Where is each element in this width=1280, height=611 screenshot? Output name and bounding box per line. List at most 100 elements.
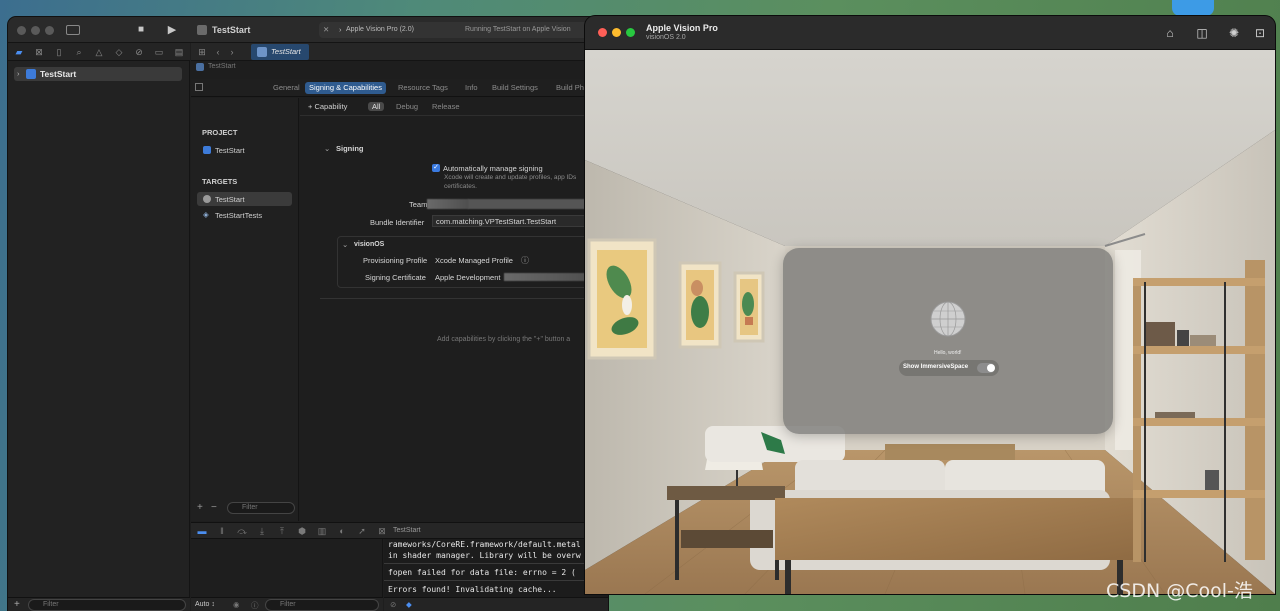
console-target-icon[interactable]: ◆ [406,600,412,609]
provisioning-label: Provisioning Profile [363,256,428,265]
filter-icon[interactable]: ⊘ [390,600,396,609]
navigator-filter-input[interactable]: Filter [28,599,186,611]
tab-signing-capabilities[interactable]: Signing & Capabilities [305,82,386,94]
config-tab-release[interactable]: Release [432,102,460,111]
close-icon[interactable]: ✕ [323,25,329,34]
target-item[interactable]: TestStart [215,195,245,204]
cert-label: Signing Certificate [365,273,426,282]
tab-build-settings[interactable]: Build Settings [492,82,538,94]
close-window-button[interactable] [598,28,607,37]
wall-painting [587,238,657,360]
show-immersive-space-toggle[interactable] [977,363,995,373]
breakpoint-icon[interactable]: ▭ [154,47,164,57]
close-window-button[interactable] [17,26,26,35]
add-file-button[interactable]: + [14,599,20,610]
step-in-icon[interactable]: ⤓ [257,526,267,536]
zoom-window-button[interactable] [45,26,54,35]
menubar-extra-button[interactable] [1172,0,1214,16]
target-app-icon [203,195,211,203]
project-item[interactable]: TestStart [215,146,245,155]
add-capability-button[interactable]: + Capability [308,102,347,111]
brightness-icon[interactable]: ✺ [1226,25,1242,41]
debug-icon[interactable]: ⊘ [134,47,144,57]
play-icon[interactable]: ▶ [165,23,179,37]
cert-redacted [504,273,590,281]
minimize-window-button[interactable] [612,28,621,37]
test-icon[interactable]: ◇ [114,47,124,57]
folder-icon[interactable]: ▰ [14,47,24,57]
device-selector[interactable]: Apple Vision Pro (2.0) [346,26,414,33]
console-divider [384,563,608,564]
forward-icon[interactable]: › [227,47,237,57]
project-header: PROJECT [202,128,238,137]
bookmark-icon[interactable]: ▯ [54,47,64,57]
variables-filter-input[interactable]: Filter [265,599,379,611]
disclosure-icon[interactable]: › [17,69,20,78]
rotate-device-icon[interactable]: ⊡ [1252,25,1268,41]
config-tab-debug[interactable]: Debug [396,102,418,111]
back-icon[interactable]: ‹ [213,47,223,57]
team-value-redacted[interactable] [427,199,469,209]
wall-painting [678,261,722,349]
editor-tab-bar: ⊞ ‹ › TestStart [191,43,608,61]
activity-view[interactable]: ✕ › Apple Vision Pro (2.0) Running TestS… [319,22,608,38]
pause-icon[interactable]: ‖ [217,526,227,536]
breadcrumb-item[interactable]: TestStart [208,63,236,70]
auto-manage-checkbox[interactable]: ✓ [432,164,440,172]
minimize-window-button[interactable] [31,26,40,35]
tab-build-phases[interactable]: Build Ph [556,82,584,94]
step-out-icon[interactable]: ⤒ [277,526,287,536]
eye-icon[interactable]: ◉ [233,600,240,609]
console-line: in shader manager. Library will be overw [388,551,581,560]
info-icon[interactable]: ⓘ [251,600,259,611]
targets-header: TARGETS [202,177,238,186]
report-icon[interactable]: ▤ [174,47,184,57]
tab-teststart[interactable]: TestStart [251,44,309,60]
disclosure-icon[interactable]: ⌄ [342,240,348,249]
config-tab-all[interactable]: All [368,102,385,111]
sidebar-toggle-icon[interactable] [66,25,80,35]
location-icon[interactable]: ➚ [357,526,367,536]
scheme-chevron-icon[interactable]: › [339,25,342,34]
hello-text: Hello, world! [934,350,962,356]
camera-icon[interactable]: ◫ [1194,25,1210,41]
auto-manage-description-cont: certificates. [444,183,477,190]
grid-icon[interactable]: ⊞ [197,47,207,57]
app-icon [197,25,207,35]
disclosure-icon[interactable]: ⌄ [324,144,330,153]
zoom-window-button[interactable] [626,28,635,37]
bundle-id-field[interactable]: com.matching.VPTestStart.TestStart [432,215,608,227]
console-line: rameworks/CoreRE.framework/default.metal [388,540,581,549]
stop-icon[interactable]: ■ [134,23,148,37]
project-navigator: › TestStart [8,61,190,597]
home-icon[interactable]: ⌂ [1162,25,1178,41]
source-control-icon[interactable]: ⊠ [34,47,44,57]
add-target-button[interactable]: + [197,502,203,513]
target-item[interactable]: TestStartTests [215,211,262,220]
app-window-glass[interactable]: Hello, world! Show ImmersiveSpace [783,248,1113,434]
view-hierarchy-icon[interactable]: ⬢ [297,526,307,536]
team-label: Team [409,200,428,209]
remove-target-button[interactable]: − [211,502,217,513]
visionos-signing-group: ⌄ visionOS Provisioning Profile Xcode Ma… [337,236,597,288]
step-over-icon[interactable]: ⤼ [237,526,247,536]
console-line: Errors found! Invalidating cache... [388,585,557,594]
environment-icon[interactable]: ◐ [337,526,347,536]
wall-painting [733,271,765,343]
bundle-id-value: com.matching.VPTestStart.TestStart [436,217,557,226]
memory-graph-icon[interactable]: ▥ [317,526,327,536]
search-icon[interactable]: ⌕ [74,47,84,57]
tab-info[interactable]: Info [465,82,478,94]
console-line: fopen failed for data file: errno = 2 ( [388,568,576,577]
project-icon [196,63,204,71]
info-icon[interactable]: ⓘ [521,255,529,266]
tab-resource-tags[interactable]: Resource Tags [398,82,448,94]
immersive-room-view[interactable]: Hello, world! Show ImmersiveSpace ↻ ⊕ ✥ … [585,50,1275,594]
warning-icon[interactable]: △ [94,47,104,57]
inspector-toggle-icon[interactable] [195,83,203,91]
variables-mode-selector[interactable]: Auto ↕ [195,601,215,608]
tab-general[interactable]: General [273,82,300,94]
navigator-project-row[interactable]: › TestStart [14,67,182,81]
target-filter-input[interactable]: Filter [227,502,295,514]
console-toggle-icon[interactable]: ▬ [197,526,207,536]
